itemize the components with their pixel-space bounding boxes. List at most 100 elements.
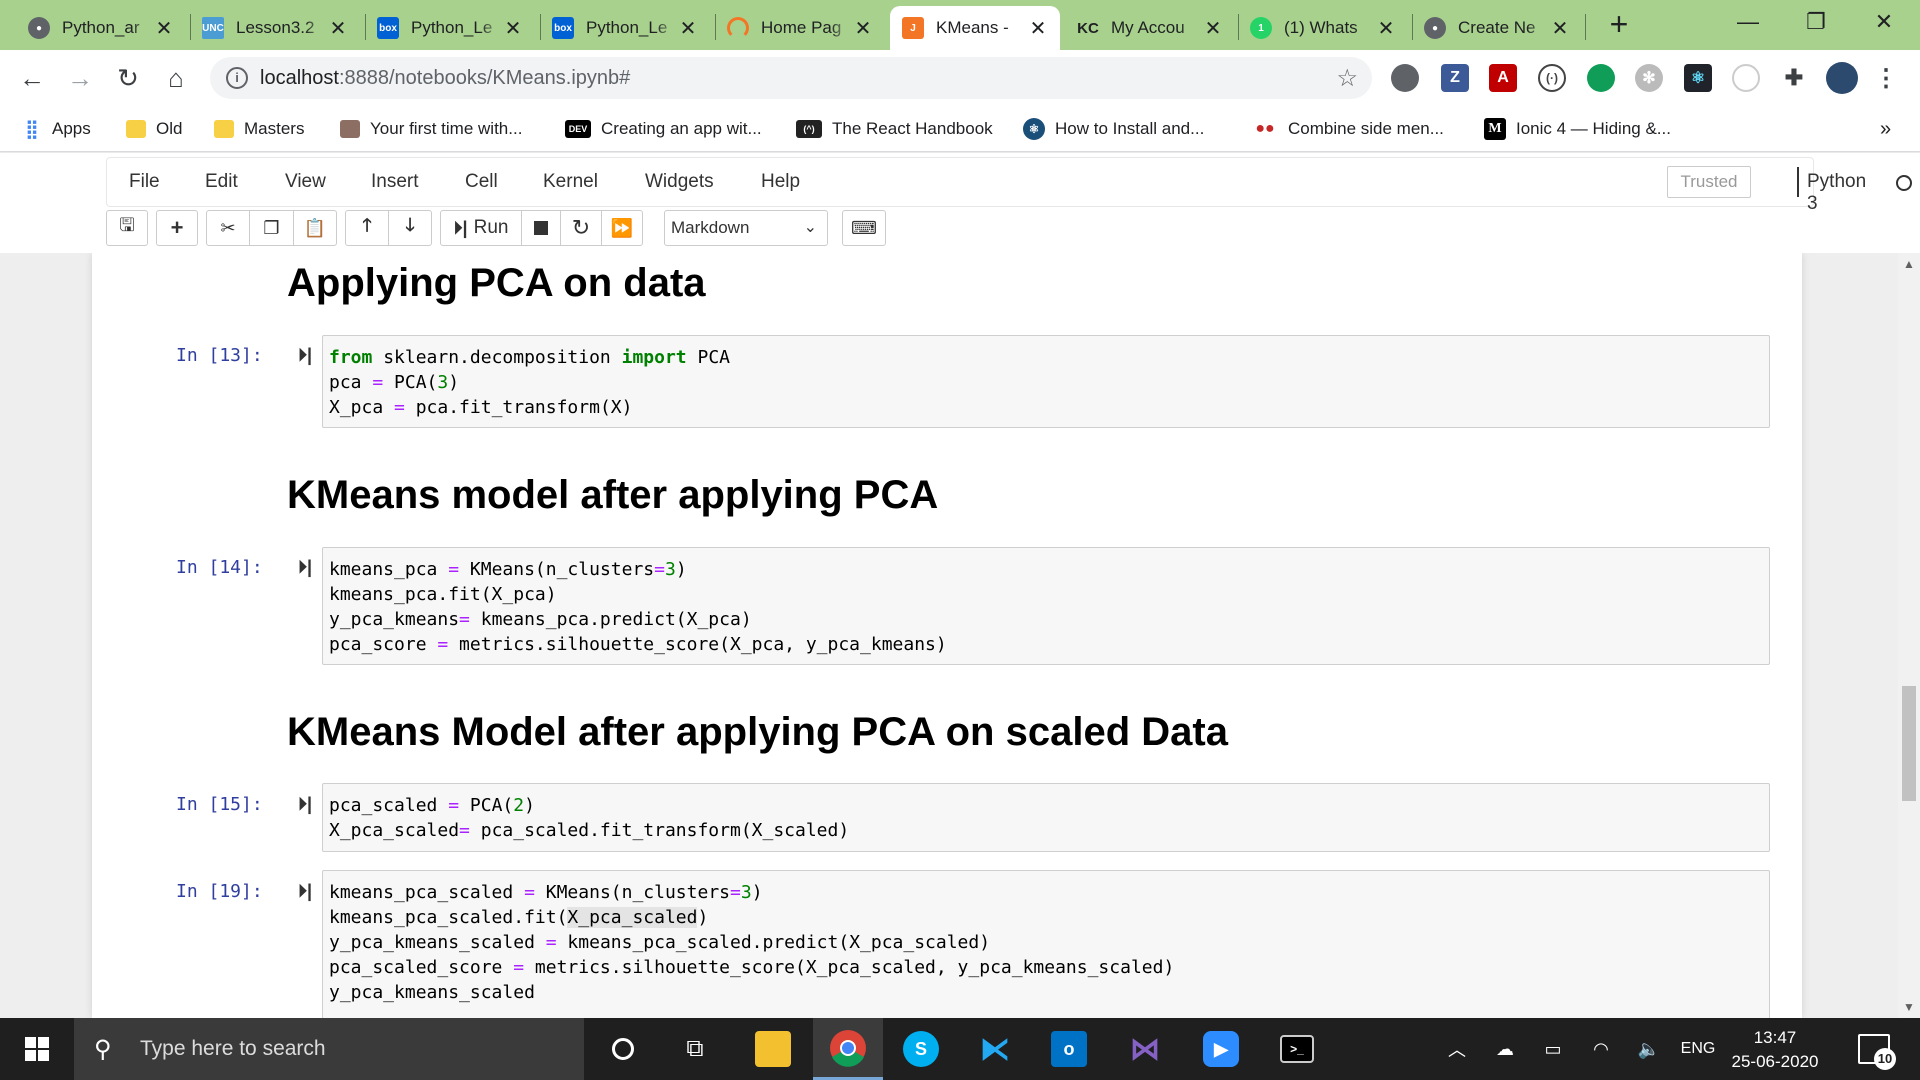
code-cell[interactable]: kmeans_pca = KMeans(n_clusters=3) kmeans…	[322, 547, 1770, 665]
browser-tab[interactable]: box Python_Le ✕	[540, 6, 710, 50]
command-palette-button[interactable]: ⌨	[842, 210, 886, 246]
site-info-icon[interactable]: i	[226, 67, 248, 89]
profile-avatar[interactable]	[1826, 62, 1858, 94]
move-up-button[interactable]: 🡑	[345, 210, 389, 246]
markdown-heading[interactable]: Applying PCA on data	[287, 261, 706, 306]
bookmark-apps[interactable]: ⣿ Apps	[22, 114, 90, 144]
extension-snowflake-icon[interactable]: ✻	[1635, 64, 1663, 92]
menu-insert[interactable]: Insert	[371, 171, 419, 193]
scroll-up-arrow-icon[interactable]: ▲	[1898, 257, 1920, 273]
cut-button[interactable]: ✂	[206, 210, 250, 246]
close-window-button[interactable]: ✕	[1850, 0, 1918, 44]
run-indicator-icon[interactable]: ⏵|	[298, 881, 312, 902]
react-devtools-icon[interactable]: ⚛	[1684, 64, 1712, 92]
zotero-icon[interactable]: Z	[1441, 64, 1469, 92]
extension-circle-icon[interactable]	[1391, 64, 1419, 92]
menu-cell[interactable]: Cell	[465, 171, 498, 193]
code-cell[interactable]: from sklearn.decomposition import PCA pc…	[322, 335, 1770, 428]
extensions-puzzle-icon[interactable]: ✚	[1780, 64, 1808, 92]
bookmark-folder-masters[interactable]: Masters	[214, 114, 304, 144]
taskbar-vscode[interactable]: ⧔	[960, 1018, 1030, 1080]
bookmark-link[interactable]: ●● Combine side men...	[1252, 114, 1444, 144]
battery-icon[interactable]: ▭	[1536, 1018, 1570, 1080]
browser-tab[interactable]: ● Create Ne ✕	[1412, 6, 1582, 50]
bookmark-star-icon[interactable]: ☆	[1336, 64, 1358, 93]
taskbar-clock[interactable]: 13:47 25-06-2020	[1714, 1026, 1836, 1074]
bookmarks-overflow-button[interactable]: »	[1880, 114, 1891, 144]
close-tab-icon[interactable]: ✕	[1376, 16, 1396, 41]
markdown-heading[interactable]: KMeans model after applying PCA	[287, 473, 938, 518]
menu-view[interactable]: View	[285, 171, 326, 193]
new-tab-button[interactable]: +	[1603, 8, 1635, 42]
page-scrollbar[interactable]: ▲ ▼	[1898, 253, 1920, 1018]
browser-tab-active[interactable]: J KMeans - ✕	[890, 6, 1060, 50]
task-view-button[interactable]: ⧉	[660, 1018, 730, 1080]
bookmark-folder-old[interactable]: Old	[126, 114, 182, 144]
acrobat-icon[interactable]: A	[1489, 64, 1517, 92]
wifi-icon[interactable]: ◠	[1584, 1018, 1618, 1080]
bookmark-link[interactable]: ⚛ How to Install and...	[1023, 114, 1204, 144]
move-down-button[interactable]: 🡓	[388, 210, 432, 246]
taskbar-zoom[interactable]: ▶	[1186, 1018, 1256, 1080]
taskbar-skype[interactable]: S	[886, 1018, 956, 1080]
cell-type-select[interactable]: Markdown ⌄	[664, 210, 828, 246]
chrome-menu-icon[interactable]: ⋮	[1872, 64, 1900, 92]
minimize-button[interactable]: —	[1714, 0, 1782, 44]
close-tab-icon[interactable]: ✕	[154, 16, 174, 41]
taskbar-search-box[interactable]: ⚲ Type here to search	[74, 1018, 584, 1080]
browser-tab[interactable]: box Python_Le ✕	[365, 6, 535, 50]
browser-tab[interactable]: Home Pag ✕	[715, 6, 885, 50]
action-center-button[interactable]: 10	[1858, 1034, 1896, 1070]
extension-brackets-icon[interactable]: (·)	[1538, 64, 1566, 92]
trusted-indicator[interactable]: Trusted	[1667, 166, 1751, 198]
bookmark-link[interactable]: DEV Creating an app wit...	[565, 114, 762, 144]
kernel-name[interactable]: Python 3	[1807, 171, 1866, 215]
close-tab-icon[interactable]: ✕	[328, 16, 348, 41]
onedrive-icon[interactable]: ☁	[1488, 1018, 1522, 1080]
run-button[interactable]: ⏵| Run	[440, 210, 522, 246]
extension-grey-icon[interactable]	[1732, 64, 1760, 92]
close-tab-icon[interactable]: ✕	[1028, 16, 1048, 41]
run-indicator-icon[interactable]: ⏵|	[298, 345, 312, 366]
taskbar-terminal[interactable]: >_	[1262, 1018, 1332, 1080]
close-tab-icon[interactable]: ✕	[678, 16, 698, 41]
bookmark-link[interactable]: (^) The React Handbook	[796, 114, 993, 144]
restart-run-all-button[interactable]: ⏩	[601, 210, 643, 246]
volume-icon[interactable]: 🔈	[1632, 1018, 1666, 1080]
back-button[interactable]: ←	[14, 60, 50, 96]
taskbar-visual-studio[interactable]: ⋈	[1110, 1018, 1180, 1080]
menu-file[interactable]: File	[129, 171, 160, 193]
forward-button[interactable]: →	[62, 60, 98, 96]
close-tab-icon[interactable]: ✕	[503, 16, 523, 41]
bookmark-link[interactable]: Your first time with...	[340, 114, 522, 144]
run-indicator-icon[interactable]: ⏵|	[298, 794, 312, 815]
menu-edit[interactable]: Edit	[205, 171, 238, 193]
browser-tab[interactable]: 1 (1) Whats ✕	[1238, 6, 1408, 50]
close-tab-icon[interactable]: ✕	[1550, 16, 1570, 41]
cortana-button[interactable]	[588, 1018, 658, 1080]
bookmark-link[interactable]: M Ionic 4 — Hiding &...	[1484, 114, 1671, 144]
address-bar[interactable]: i localhost:8888/notebooks/KMeans.ipynb#…	[210, 57, 1372, 99]
paste-button[interactable]: 📋	[293, 210, 337, 246]
menu-widgets[interactable]: Widgets	[645, 171, 714, 193]
browser-tab[interactable]: UNC Lesson3.2 ✕	[190, 6, 360, 50]
insert-cell-button[interactable]: +	[156, 210, 198, 246]
taskbar-file-explorer[interactable]	[738, 1018, 808, 1080]
run-indicator-icon[interactable]: ⏵|	[298, 557, 312, 578]
home-button[interactable]: ⌂	[158, 60, 194, 96]
start-button[interactable]	[0, 1018, 74, 1080]
taskbar-chrome[interactable]	[813, 1018, 883, 1080]
scroll-down-arrow-icon[interactable]: ▼	[1898, 1000, 1920, 1016]
code-cell[interactable]: kmeans_pca_scaled = KMeans(n_clusters=3)…	[322, 870, 1770, 1018]
reload-button[interactable]: ↻	[110, 60, 146, 96]
taskbar-outlook[interactable]: o	[1034, 1018, 1104, 1080]
markdown-heading[interactable]: KMeans Model after applying PCA on scale…	[287, 710, 1228, 755]
close-tab-icon[interactable]: ✕	[853, 16, 873, 41]
code-cell[interactable]: pca_scaled = PCA(2) X_pca_scaled= pca_sc…	[322, 783, 1770, 852]
browser-tab[interactable]: ● Python_ar ✕	[16, 6, 186, 50]
restart-kernel-button[interactable]: ↻	[560, 210, 602, 246]
interrupt-button[interactable]	[521, 210, 561, 246]
menu-kernel[interactable]: Kernel	[543, 171, 598, 193]
browser-tab[interactable]: KC My Accou ✕	[1065, 6, 1235, 50]
menu-help[interactable]: Help	[761, 171, 800, 193]
